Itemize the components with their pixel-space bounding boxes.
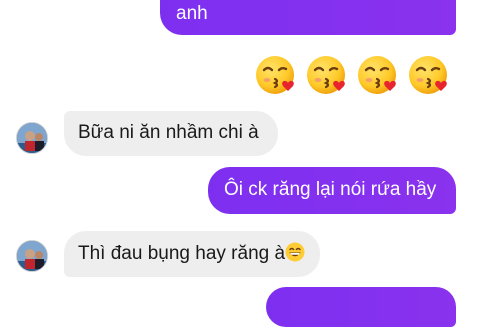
incoming-message-bubble[interactable]: Thì đau bụng hay răng à — [64, 231, 320, 277]
grinning-face-icon — [285, 242, 305, 262]
contact-avatar[interactable] — [16, 240, 48, 272]
message-text: Bữa ni ăn nhầm chi à — [78, 122, 259, 143]
outgoing-message-bubble[interactable]: Ôi ck răng lại nói rứa hầy — [208, 167, 456, 214]
outgoing-message-bubble[interactable]: anh — [160, 0, 456, 35]
message-text: Thì đau bụng hay răng à — [78, 243, 286, 264]
avatar-image — [17, 123, 47, 153]
message-thread: anh Bữa ni ăn nhầm chi à Ôi ck răng lại … — [0, 0, 485, 327]
kiss-emoji-icon — [409, 56, 447, 94]
kiss-emoji-icon — [358, 56, 396, 94]
incoming-message-bubble[interactable]: Bữa ni ăn nhầm chi à — [64, 111, 278, 156]
emoji-message[interactable] — [255, 53, 455, 97]
outgoing-message-bubble[interactable] — [266, 287, 456, 327]
avatar-image — [17, 241, 47, 271]
contact-avatar[interactable] — [16, 122, 48, 154]
kiss-emoji-icon — [307, 56, 345, 94]
message-text: Ôi ck răng lại nói rứa hầy — [224, 179, 437, 200]
kiss-emoji-icon — [256, 56, 294, 94]
message-text: anh — [176, 3, 208, 24]
